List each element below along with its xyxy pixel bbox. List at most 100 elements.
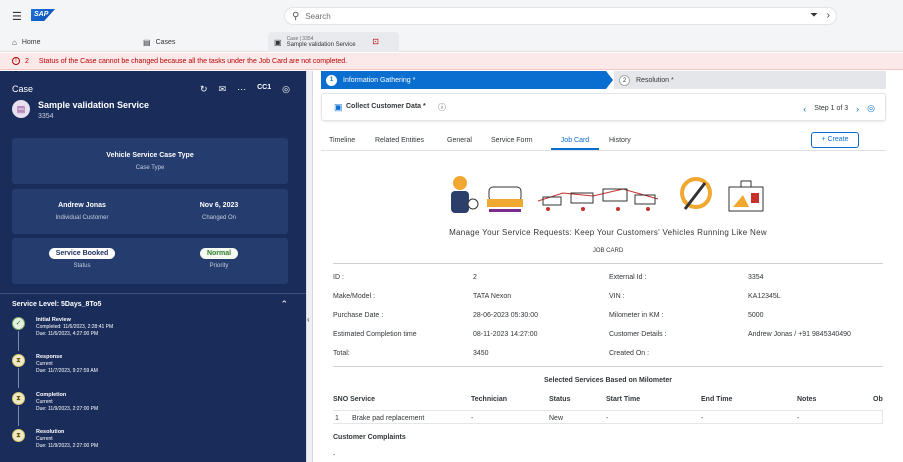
col-notes: Notes bbox=[797, 396, 817, 403]
step-text: Completion Current Due: 11/9/2023, 2:27:00… bbox=[36, 392, 98, 413]
step-line1: Completed: 11/6/2023, 2:28:41 PM bbox=[36, 324, 114, 330]
tab-related-entities[interactable]: Related Entities bbox=[375, 137, 424, 144]
milometer-label: Milometer in KM : bbox=[609, 312, 664, 319]
customer-details-value: Andrew Jonas / +91 9845340490 bbox=[748, 331, 851, 338]
customer-label: Individual Customer bbox=[55, 215, 109, 221]
step-number: 1 bbox=[326, 74, 337, 86]
step-line1: Current bbox=[36, 361, 53, 367]
collapse-panel-icon[interactable]: ‹ bbox=[307, 315, 310, 324]
customer-details-label: Customer Details : bbox=[609, 331, 667, 338]
total-label: Total: bbox=[333, 350, 350, 357]
collect-label: Collect Customer Data * bbox=[346, 103, 426, 110]
customer-complaints-title: Customer Complaints bbox=[333, 434, 406, 441]
cc1-button[interactable]: CC1 bbox=[257, 84, 271, 95]
job-card-label: JOB CARD bbox=[592, 248, 624, 254]
priority-label: Priority bbox=[209, 263, 229, 269]
status-label: Status bbox=[73, 263, 91, 269]
changed-on-value: Nov 6, 2023 bbox=[199, 202, 239, 209]
filter-icon[interactable]: ⏷ bbox=[810, 10, 818, 21]
vin-value: KA12345L bbox=[748, 293, 781, 300]
changed-on-label: Changed On bbox=[201, 215, 237, 221]
chevron-right-icon[interactable]: › bbox=[827, 10, 830, 21]
customer-name[interactable]: Andrew Jonas bbox=[12, 202, 152, 209]
row-sno: 1 bbox=[335, 415, 339, 422]
tab-job-card[interactable]: Job Card bbox=[551, 137, 599, 150]
make-model-value: TATA Nexon bbox=[473, 293, 512, 300]
step-text: Resolution Current Due: 11/9/2023, 2:27:00… bbox=[36, 429, 98, 450]
step-connector bbox=[18, 406, 19, 426]
make-model-label: Make/Model : bbox=[333, 293, 376, 300]
tab-case-3354[interactable]: ▣ Case | 3354 Sample validation Service … bbox=[268, 32, 399, 52]
step-line2: Due: 11/9/2023, 2:27:00 PM bbox=[36, 406, 99, 412]
col-technician: Technician bbox=[471, 396, 508, 403]
wrench-gear-icon bbox=[680, 177, 712, 210]
row-notes: - bbox=[797, 415, 800, 422]
milometer-value: 5000 bbox=[748, 312, 764, 319]
hourglass-icon: ⧗ bbox=[12, 354, 25, 367]
priority-badge[interactable]: Normal bbox=[199, 248, 239, 259]
collapse-icon[interactable]: ⌃ bbox=[280, 299, 288, 310]
error-text: Status of the Case cannot be changed bec… bbox=[38, 57, 348, 65]
search-placeholder[interactable]: Search bbox=[305, 12, 330, 21]
tab-bar: ⌂ Home ▤ Cases ▣ Case | 3354 Sample valida… bbox=[0, 32, 903, 52]
step-number: 2 bbox=[619, 74, 630, 86]
refresh-icon[interactable]: ↻ bbox=[200, 84, 208, 95]
wizard-step-resolution[interactable]: 2 Resolution * bbox=[614, 71, 886, 89]
tab-home[interactable]: ⌂ Home bbox=[12, 32, 41, 52]
toolbox-icon bbox=[728, 180, 764, 212]
step-text: Initial Review Completed: 11/6/2023, 2:28… bbox=[36, 317, 113, 338]
tab-timeline[interactable]: Timeline bbox=[329, 137, 355, 144]
case-title: Sample validation Service bbox=[38, 100, 150, 110]
menu-icon[interactable]: ☰ bbox=[12, 10, 22, 23]
status-block: Service Booked Status bbox=[12, 248, 152, 269]
info-icon[interactable]: ⓘ bbox=[438, 102, 446, 113]
tab-history[interactable]: History bbox=[609, 137, 631, 144]
case-side-panel: Case ↻ ✉ ⋯ CC1 ◎ ▤ Sample validation Ser… bbox=[0, 71, 306, 462]
divider bbox=[333, 366, 883, 367]
create-button[interactable]: + Create bbox=[811, 132, 859, 148]
external-id-value: 3354 bbox=[748, 274, 764, 281]
tab-case-text: Case | 3354 Sample validation Service bbox=[287, 36, 356, 49]
email-icon[interactable]: ✉ bbox=[219, 84, 227, 95]
step-line2: Due: 11/9/2023, 2:27:00 PM bbox=[36, 443, 99, 449]
sap-logo[interactable]: SAP bbox=[31, 9, 55, 21]
col-end-time: End Time bbox=[701, 396, 733, 403]
created-on-label: Created On : bbox=[609, 350, 650, 357]
collect-customer-data-bar: ▣ Collect Customer Data * ⓘ ‹ Step 1 of … bbox=[321, 93, 886, 121]
step-line1: Current bbox=[36, 436, 53, 442]
row-start: - bbox=[606, 415, 609, 422]
id-value: 2 bbox=[473, 274, 477, 281]
status-card: Service Booked Status Normal Priority bbox=[12, 238, 288, 284]
job-card-headline: Manage Your Service Requests: Keep Your … bbox=[449, 228, 767, 237]
sla-step: ⧗ Completion Current Due: 11/9/2023, 2:27:… bbox=[12, 392, 292, 428]
status-badge[interactable]: Service Booked bbox=[48, 248, 116, 259]
tab-service-form[interactable]: Service Form bbox=[491, 137, 533, 144]
case-type-card: Vehicle Service Case Type Case Type bbox=[12, 138, 288, 184]
wizard-step-information-gathering[interactable]: 1 Information Gathering * bbox=[321, 71, 613, 89]
target-icon[interactable]: ◎ bbox=[282, 84, 290, 95]
mechanic-icon bbox=[451, 176, 479, 213]
sla-step: ✓ Initial Review Completed: 11/6/2023, 2:… bbox=[12, 317, 292, 353]
check-icon: ✓ bbox=[12, 317, 25, 330]
tab-case-title: Sample validation Service bbox=[286, 41, 356, 48]
close-tab-icon[interactable]: ⊡ bbox=[372, 37, 379, 46]
panel-splitter[interactable]: ‹ bbox=[306, 71, 313, 462]
estimated-completion-label: Estimated Completion time bbox=[333, 331, 417, 338]
tab-cases-label: Cases bbox=[155, 38, 176, 46]
hourglass-icon: ⧗ bbox=[12, 392, 25, 405]
tab-general[interactable]: General bbox=[447, 137, 472, 144]
previous-step-icon[interactable]: ‹ bbox=[803, 104, 806, 114]
error-count[interactable]: 2 bbox=[25, 58, 29, 65]
case-type-value: Vehicle Service Case Type bbox=[106, 152, 194, 159]
hourglass-icon: ⧗ bbox=[12, 429, 25, 442]
search-icon: ⚲ bbox=[292, 10, 300, 22]
customer-complaints-value: - bbox=[333, 452, 336, 459]
step-label: Information Gathering * bbox=[343, 76, 416, 84]
more-icon[interactable]: ⋯ bbox=[237, 84, 246, 95]
next-step-icon[interactable]: › bbox=[856, 104, 859, 114]
target-icon[interactable]: ◎ bbox=[867, 103, 875, 114]
step-line1: Current bbox=[36, 399, 53, 405]
tab-cases[interactable]: ▤ Cases bbox=[143, 32, 175, 52]
home-icon: ⌂ bbox=[12, 37, 17, 47]
search-field[interactable]: ⚲ Search ⏷ › bbox=[284, 7, 837, 25]
